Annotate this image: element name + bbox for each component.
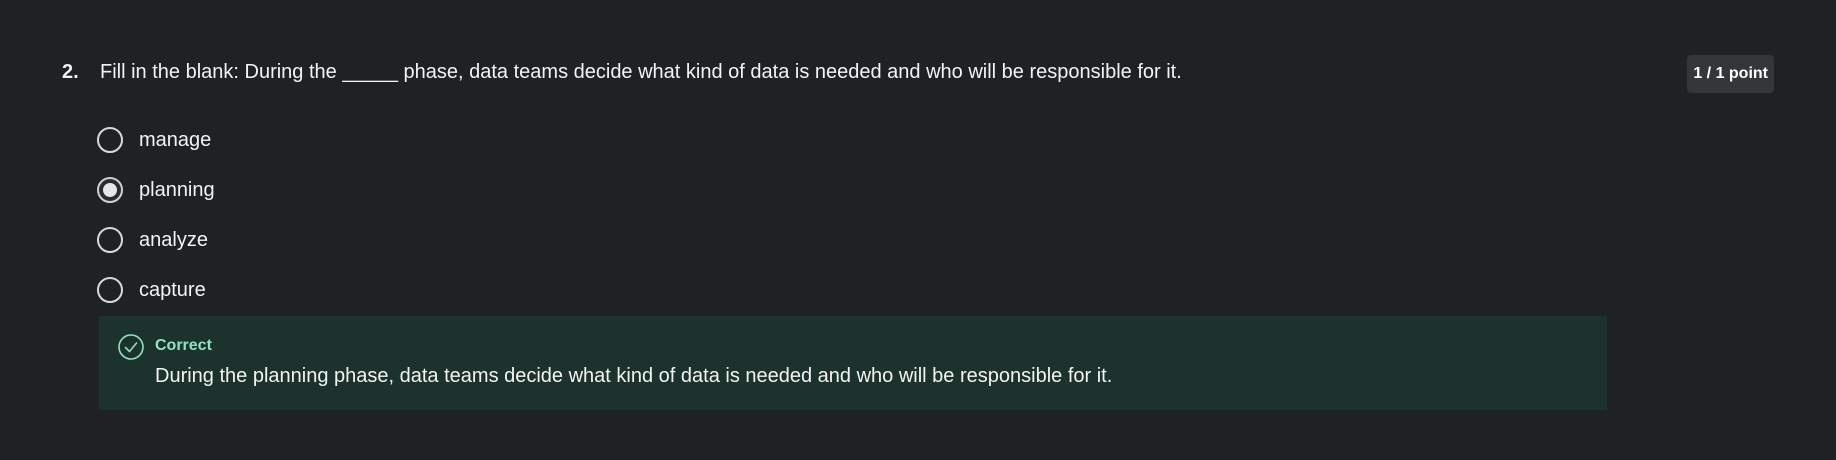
radio-button-selected[interactable] (97, 177, 123, 203)
question-number: 2. (62, 60, 79, 83)
radio-button[interactable] (97, 277, 123, 303)
feedback-panel: Correct During the planning phase, data … (99, 316, 1607, 410)
check-circle-icon (117, 333, 145, 361)
option-label: analyze (139, 228, 208, 251)
question-block: 2. Fill in the blank: During the _____ p… (62, 55, 1774, 303)
option-analyze[interactable]: analyze (97, 215, 215, 265)
feedback-status: Correct (155, 337, 212, 354)
radio-button[interactable] (97, 127, 123, 153)
option-label: planning (139, 178, 215, 201)
feedback-message: During the planning phase, data teams de… (155, 365, 1113, 387)
option-planning[interactable]: planning (97, 165, 215, 215)
option-label: capture (139, 278, 206, 301)
option-capture[interactable]: capture (97, 265, 215, 315)
radio-dot (103, 183, 117, 197)
radio-button[interactable] (97, 227, 123, 253)
question-text: Fill in the blank: During the _____ phas… (100, 60, 1182, 83)
answer-options: manage planning analyze capture (97, 115, 215, 315)
question-header: 2. Fill in the blank: During the _____ p… (62, 55, 1774, 89)
option-manage[interactable]: manage (97, 115, 215, 165)
option-label: manage (139, 128, 212, 151)
points-badge: 1 / 1 point (1687, 55, 1774, 93)
